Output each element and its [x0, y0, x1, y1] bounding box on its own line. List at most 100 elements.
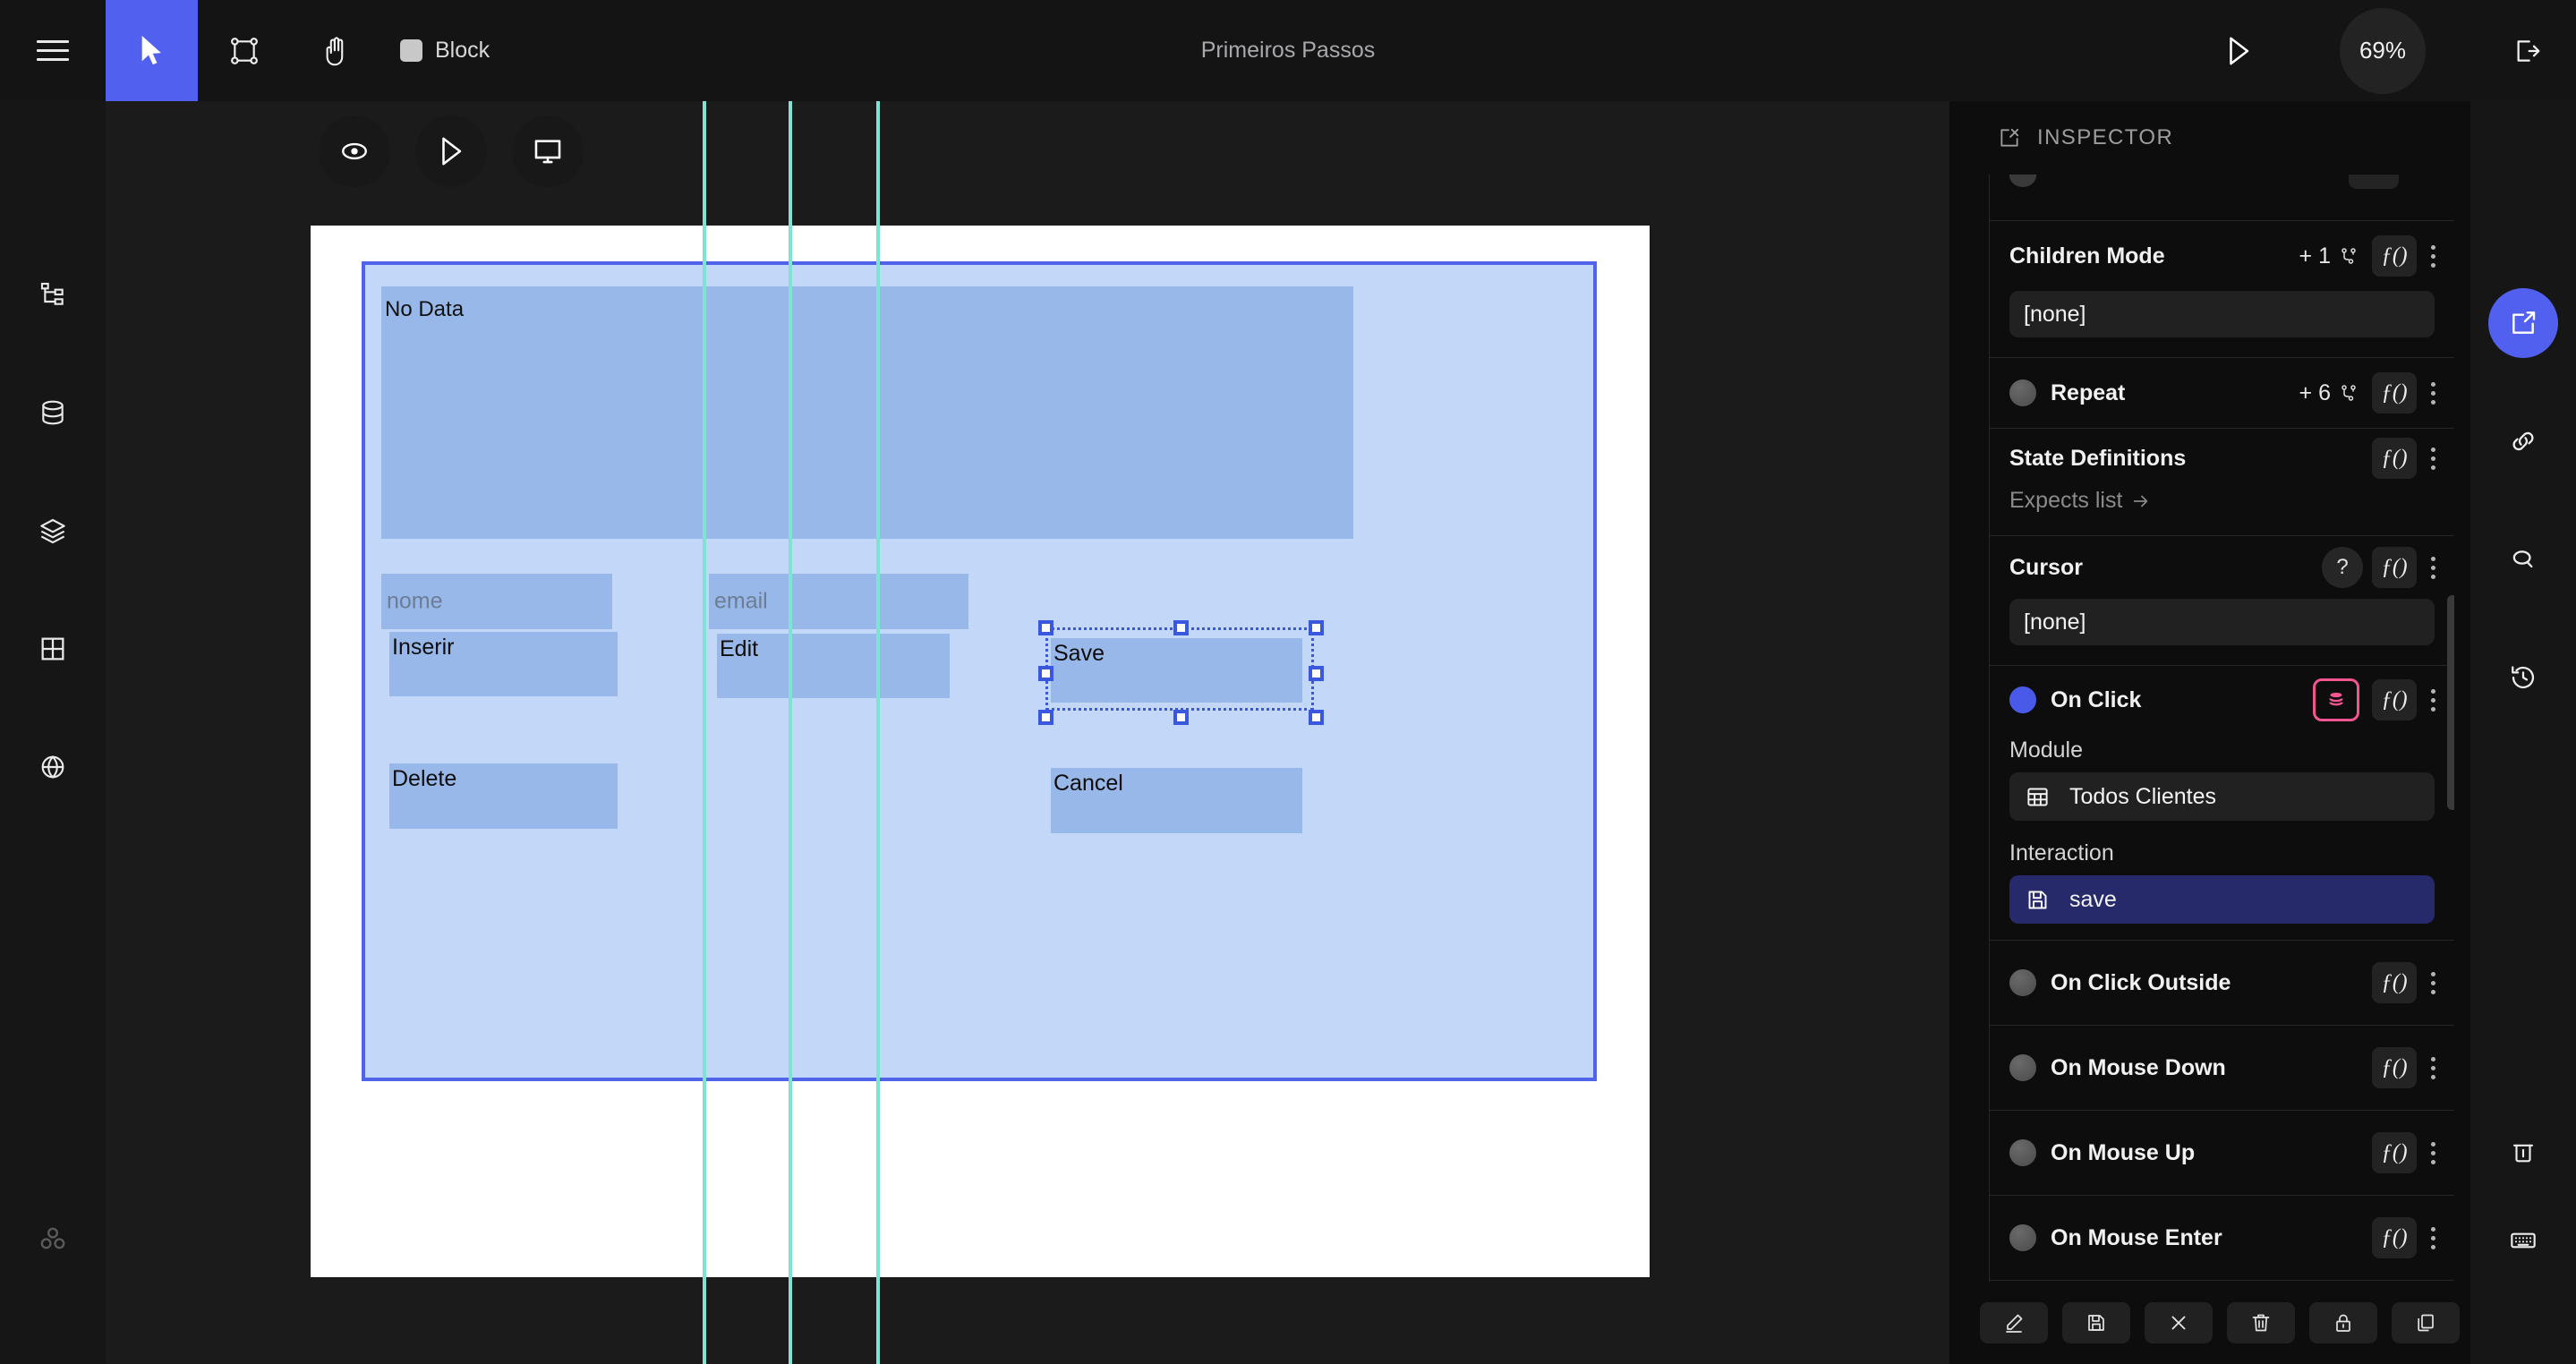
- footer-lock-button[interactable]: [2309, 1302, 2377, 1343]
- on-click-interaction-value[interactable]: save: [2009, 875, 2435, 924]
- on-click-module-value[interactable]: Todos Clientes: [2009, 772, 2435, 821]
- pencil-icon: [2003, 1312, 2025, 1334]
- property-on-click-outside: On Click Outside ƒ(): [1990, 941, 2454, 1026]
- cursor-menu-icon[interactable]: [2417, 547, 2449, 588]
- button-delete-label: Delete: [392, 766, 457, 791]
- canvas-device-button[interactable]: [512, 115, 584, 187]
- on-mouse-down-menu-icon[interactable]: [2417, 1047, 2449, 1088]
- zoom-level-indicator[interactable]: 69%: [2340, 7, 2426, 94]
- tool-pan-button[interactable]: [290, 0, 382, 101]
- on-click-menu-icon[interactable]: [2417, 679, 2449, 720]
- on-mouse-down-toggle[interactable]: [2009, 1054, 2036, 1081]
- on-mouse-enter-menu-icon[interactable]: [2417, 1217, 2449, 1258]
- cursor-help-icon[interactable]: ?: [2322, 547, 2363, 588]
- sidebar-item-layers[interactable]: [0, 501, 106, 560]
- sidebar-item-globe[interactable]: [0, 737, 106, 797]
- input-email[interactable]: email: [709, 574, 968, 629]
- tool-frame-button[interactable]: [198, 0, 290, 101]
- button-edit[interactable]: Edit: [717, 634, 950, 698]
- property-on-click-label: On Click: [2051, 686, 2142, 712]
- selection-handle-bc[interactable]: [1173, 710, 1189, 725]
- on-mouse-enter-toggle[interactable]: [2009, 1224, 2036, 1251]
- on-click-outside-fx-button[interactable]: ƒ(): [2372, 962, 2417, 1003]
- selection-handle-tr[interactable]: [1309, 620, 1324, 635]
- selection-handle-tl[interactable]: [1038, 620, 1053, 635]
- repeat-fx-button[interactable]: ƒ(): [2372, 372, 2417, 413]
- children-mode-menu-icon[interactable]: [2417, 235, 2449, 277]
- exit-button[interactable]: [2478, 0, 2576, 101]
- right-item-history[interactable]: [2470, 648, 2576, 707]
- right-item-search[interactable]: [2470, 530, 2576, 589]
- on-click-toggle[interactable]: [2009, 686, 2036, 713]
- selection-handle-br[interactable]: [1309, 710, 1324, 725]
- canvas-run-button[interactable]: [415, 115, 487, 187]
- cursor-fx-button[interactable]: ƒ(): [2372, 547, 2417, 588]
- inspector-scroll-area[interactable]: Children Mode + 1 ƒ() [none] Repeat + 6 …: [1989, 175, 2454, 1282]
- sidebar-item-database[interactable]: [0, 383, 106, 442]
- block-type-chip[interactable]: Block: [382, 0, 508, 101]
- design-canvas[interactable]: No Data nome email Inserir Edit Save Del…: [106, 101, 1949, 1364]
- right-item-keyboard[interactable]: [2470, 1211, 2576, 1270]
- no-data-panel[interactable]: No Data: [381, 286, 1353, 539]
- on-click-interaction-label: Interaction: [2009, 840, 2114, 865]
- right-sidebar: [2470, 101, 2576, 1364]
- database-icon: [38, 398, 67, 427]
- selection-handle-tc[interactable]: [1173, 620, 1189, 635]
- footer-edit-button[interactable]: [1980, 1302, 2048, 1343]
- tool-select-button[interactable]: [106, 0, 198, 101]
- sidebar-item-grid[interactable]: [0, 619, 106, 678]
- on-mouse-up-menu-icon[interactable]: [2417, 1132, 2449, 1173]
- app-root: Block Primeiros Passos 69% No Data nome …: [0, 0, 2576, 1364]
- cursor-value[interactable]: [none]: [2009, 599, 2435, 645]
- run-preview-button[interactable]: [2189, 0, 2288, 101]
- repeat-branch-badge[interactable]: + 6: [2299, 380, 2359, 406]
- children-mode-branch-badge[interactable]: + 1: [2299, 243, 2359, 269]
- children-mode-fx-button[interactable]: ƒ(): [2372, 235, 2417, 277]
- trash-icon: [2510, 1138, 2537, 1164]
- footer-close-button[interactable]: [2145, 1302, 2213, 1343]
- on-mouse-down-fx-button[interactable]: ƒ(): [2372, 1047, 2417, 1088]
- property-on-mouse-down: On Mouse Down ƒ(): [1990, 1026, 2454, 1111]
- block-container[interactable]: No Data nome email Inserir Edit Save Del…: [362, 261, 1597, 1081]
- globe-icon: [38, 753, 67, 781]
- hamburger-menu-icon[interactable]: [0, 0, 106, 101]
- state-definitions-note-row[interactable]: Expects list: [1990, 488, 2454, 535]
- on-click-database-button[interactable]: [2313, 678, 2359, 721]
- selection-handle-ml[interactable]: [1038, 666, 1053, 681]
- on-mouse-enter-fx-button[interactable]: ƒ(): [2372, 1217, 2417, 1258]
- right-item-editor[interactable]: [2470, 288, 2576, 358]
- inspector-scrollbar[interactable]: [2447, 595, 2454, 810]
- children-mode-value[interactable]: [none]: [2009, 291, 2435, 337]
- button-inserir[interactable]: Inserir: [389, 632, 618, 696]
- right-item-trash[interactable]: [2470, 1121, 2576, 1181]
- selection-handle-mr[interactable]: [1309, 666, 1324, 681]
- on-mouse-up-toggle[interactable]: [2009, 1139, 2036, 1166]
- property-on-click-outside-label: On Click Outside: [2051, 969, 2231, 995]
- state-definitions-menu-icon[interactable]: [2417, 438, 2449, 479]
- button-delete[interactable]: Delete: [389, 763, 618, 829]
- selection-handle-bl[interactable]: [1038, 710, 1053, 725]
- repeat-toggle[interactable]: [2009, 379, 2036, 406]
- on-click-outside-menu-icon[interactable]: [2417, 962, 2449, 1003]
- button-cancel[interactable]: Cancel: [1051, 768, 1302, 833]
- button-save[interactable]: Save: [1051, 638, 1302, 703]
- canvas-preview-button[interactable]: [319, 115, 390, 187]
- footer-duplicate-button[interactable]: [2392, 1302, 2460, 1343]
- sidebar-item-tree[interactable]: [0, 265, 106, 324]
- on-mouse-up-fx-button[interactable]: ƒ(): [2372, 1132, 2417, 1173]
- input-nome[interactable]: nome: [381, 574, 612, 629]
- play-triangle-icon: [2225, 36, 2252, 66]
- on-click-fx-button[interactable]: ƒ(): [2372, 679, 2417, 720]
- footer-delete-button[interactable]: [2227, 1302, 2295, 1343]
- right-item-link[interactable]: [2470, 412, 2576, 471]
- artboard[interactable]: No Data nome email Inserir Edit Save Del…: [311, 226, 1650, 1277]
- property-on-mouse-up-label: On Mouse Up: [2051, 1139, 2196, 1165]
- on-click-outside-toggle[interactable]: [2009, 969, 2036, 996]
- property-cursor-label: Cursor: [2009, 554, 2083, 580]
- footer-save-button[interactable]: [2062, 1302, 2130, 1343]
- eye-icon: [339, 136, 370, 166]
- sidebar-item-team[interactable]: [0, 1209, 106, 1268]
- repeat-menu-icon[interactable]: [2417, 372, 2449, 413]
- state-definitions-fx-button[interactable]: ƒ(): [2372, 438, 2417, 479]
- property-children-mode: Children Mode + 1 ƒ() [none]: [1990, 221, 2454, 358]
